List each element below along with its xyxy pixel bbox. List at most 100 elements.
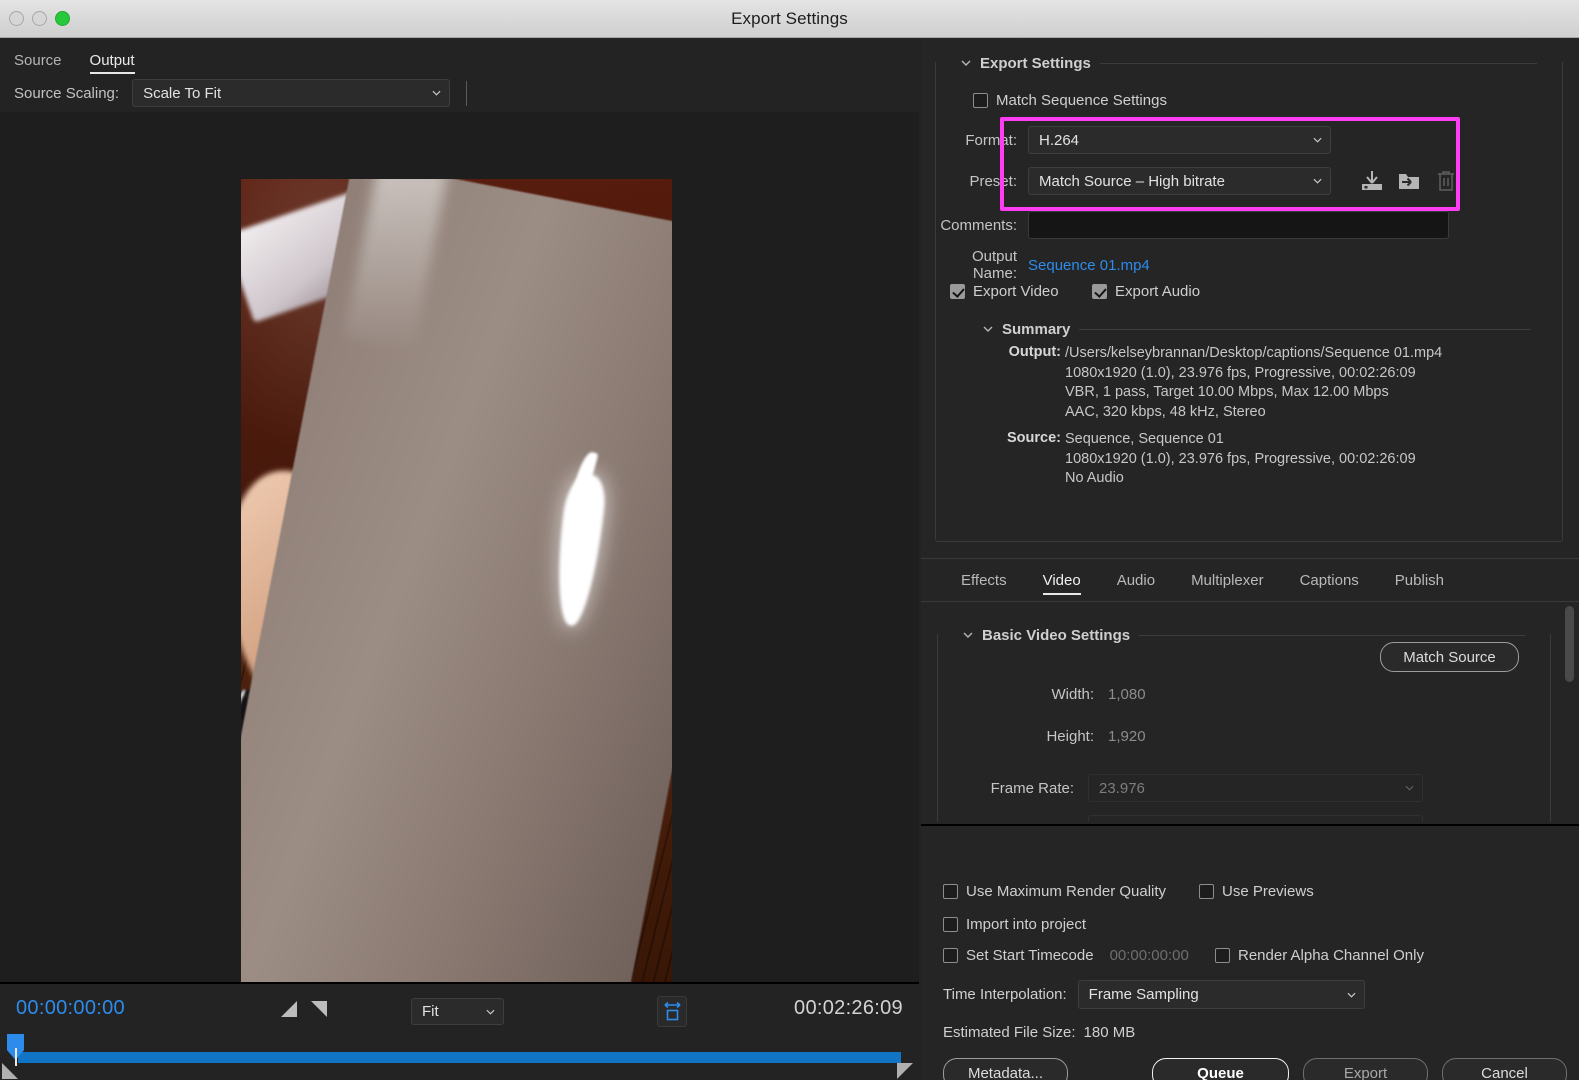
video-preview-frame[interactable] [241,179,672,1017]
tab-multiplexer[interactable]: Multiplexer [1173,565,1282,595]
comments-label: Comments: [940,216,1017,234]
render-alpha-channel-only-row[interactable]: Render Alpha Channel Only [1215,947,1424,964]
source-scaling-select[interactable]: Scale To Fit [132,79,451,107]
aspect-ratio-toggle-button[interactable] [657,996,687,1027]
minimize-window-button[interactable] [32,11,47,26]
tab-captions[interactable]: Captions [1282,565,1377,595]
timeline-track[interactable] [18,1052,901,1063]
preset-select[interactable]: Match Source – High bitrate [1028,167,1331,195]
settings-scrollbar[interactable] [1565,606,1574,822]
trash-icon [1438,171,1454,191]
tab-effects[interactable]: Effects [943,565,1025,595]
export-audio-label: Export Audio [1115,283,1201,300]
match-sequence-settings-checkbox[interactable] [973,93,988,108]
summary-group-header[interactable]: Summary [957,314,1557,344]
height-row: Height: 1,920 [937,728,1551,745]
use-previews-row[interactable]: Use Previews [1199,883,1314,900]
save-preset-button[interactable] [1358,167,1386,195]
chevron-down-icon [432,90,441,96]
duration-timecode: 00:02:26:09 [794,997,903,1019]
format-select[interactable]: H.264 [1028,126,1331,154]
render-alpha-channel-only-checkbox[interactable] [1215,948,1230,963]
close-window-button[interactable] [9,11,24,26]
comments-input[interactable] [1028,211,1449,239]
summary-source-line-3: No Audio [1065,470,1124,486]
tab-source[interactable]: Source [14,52,62,74]
summary-output-line-4: AAC, 320 kbps, 48 kHz, Stereo [1065,403,1266,420]
zoom-level-value: Fit [422,1003,439,1020]
set-start-timecode-value[interactable]: 00:00:00:00 [1110,947,1189,964]
height-value[interactable]: 1,920 [1108,728,1146,745]
export-video-checkbox[interactable] [950,284,965,299]
queue-button[interactable]: Queue [1152,1058,1289,1080]
width-value[interactable]: 1,080 [1108,686,1146,703]
tab-audio[interactable]: Audio [1099,565,1173,595]
save-preset-icon [1362,171,1382,190]
video-preview-area [0,112,919,1017]
window-title: Export Settings [731,8,848,28]
summary-output-line-1: /Users/kelseybrannan/Desktop/captions/Se… [1065,345,1443,361]
summary-output-line-3: VBR, 1 pass, Target 10.00 Mbps, Max 12.0… [1065,384,1389,400]
preview-tabs: Source Output [0,38,919,74]
source-scaling-row: Source Scaling: Scale To Fit [0,74,919,112]
chevron-down-icon [1405,785,1414,791]
field-order-select[interactable]: Progressive [1088,815,1423,822]
use-max-render-quality-label: Use Maximum Render Quality [966,883,1167,900]
match-sequence-settings-label: Match Sequence Settings [996,92,1167,109]
import-into-project-row[interactable]: Import into project [943,916,1086,933]
tab-video[interactable]: Video [1025,565,1099,595]
settings-tabbar: Effects Video Audio Multiplexer Captions… [921,558,1579,602]
set-start-timecode-row[interactable]: Set Start Timecode 00:00:00:00 [943,947,1189,964]
use-max-render-quality-checkbox[interactable] [943,884,958,899]
mark-in-icon[interactable] [281,1001,297,1017]
export-settings-dialog: Export Settings Source Output Source Sca… [0,0,1579,1080]
timeline-scrubber[interactable] [0,1034,919,1079]
frame-rate-value: 23.976 [1099,779,1145,797]
tab-output[interactable]: Output [89,52,135,74]
zoom-window-button[interactable] [55,11,70,26]
match-sequence-settings-row[interactable]: Match Sequence Settings [973,92,1167,109]
width-row: Width: 1,080 [937,686,1551,703]
toolbar-divider [466,80,468,106]
zoom-level-select[interactable]: Fit [411,998,504,1025]
set-start-timecode-checkbox[interactable] [943,948,958,963]
aspect-ratio-icon [663,1001,681,1021]
export-audio-checkbox[interactable] [1092,284,1107,299]
export-button[interactable]: Export [1303,1058,1428,1080]
format-label: Format: [965,131,1017,149]
preset-label: Preset: [969,172,1017,190]
tab-publish[interactable]: Publish [1377,565,1462,595]
import-preset-button[interactable] [1395,167,1423,195]
field-order-value: Progressive [1099,821,1178,823]
output-name-link[interactable]: Sequence 01.mp4 [1028,257,1150,274]
time-interpolation-select[interactable]: Frame Sampling [1077,980,1365,1009]
window-controls [9,11,70,26]
import-preset-icon [1399,174,1419,189]
scrollbar-thumb[interactable] [1565,606,1574,682]
match-source-button[interactable]: Match Source [1380,642,1519,672]
chevron-down-icon [983,326,993,332]
summary-output-line-2: 1080x1920 (1.0), 23.976 fps, Progressive… [1065,364,1416,381]
import-into-project-checkbox[interactable] [943,917,958,932]
current-timecode[interactable]: 00:00:00:00 [16,997,125,1020]
export-video-row[interactable]: Export Video [950,283,1059,300]
metadata-button[interactable]: Metadata... [943,1058,1068,1080]
summary-source-key: Source: [1007,430,1061,446]
preset-value: Match Source – High bitrate [1039,172,1225,190]
output-name-label: Output Name: [971,248,1017,282]
estimated-file-size-value: 180 MB [1083,1024,1136,1041]
set-start-timecode-label: Set Start Timecode [966,947,1094,964]
mark-out-icon[interactable] [311,1001,327,1017]
frame-rate-select[interactable]: 23.976 [1088,774,1423,802]
delete-preset-button[interactable] [1432,167,1460,195]
export-audio-row[interactable]: Export Audio [1092,283,1200,300]
use-previews-checkbox[interactable] [1199,884,1214,899]
chevron-down-icon [486,1009,495,1015]
summary-output-key: Output: [1008,344,1061,360]
use-max-render-quality-row[interactable]: Use Maximum Render Quality [943,883,1166,900]
cancel-button[interactable]: Cancel [1442,1058,1567,1080]
frame-rate-row: Frame Rate: 23.976 [937,774,1551,802]
source-scaling-label: Source Scaling: [14,84,120,102]
export-options-panel: Use Maximum Render Quality Use Previews … [921,824,1579,1080]
source-scaling-value: Scale To Fit [143,84,222,102]
